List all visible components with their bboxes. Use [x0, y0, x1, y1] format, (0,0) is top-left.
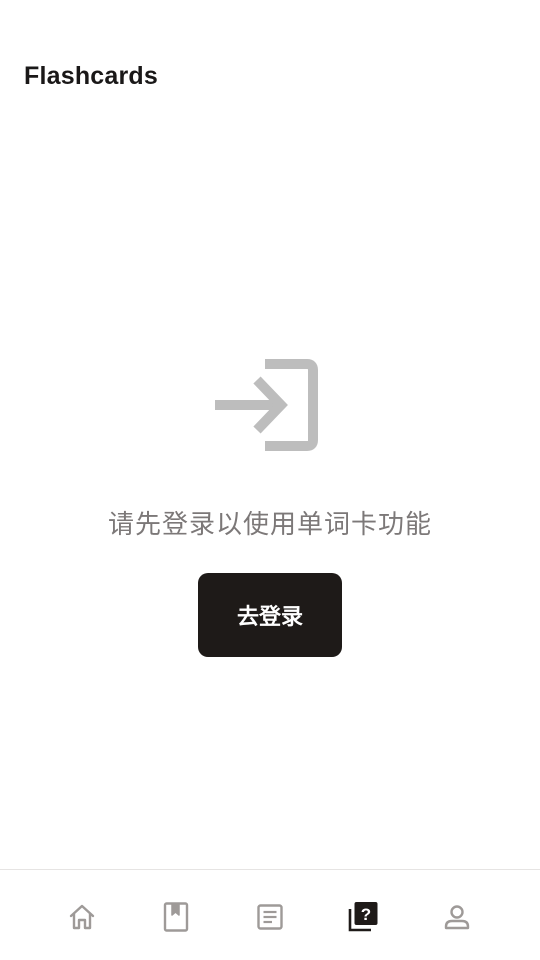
book-bookmark-icon: [163, 902, 189, 932]
bottom-navigation: ?: [0, 869, 540, 960]
svg-text:?: ?: [361, 905, 371, 924]
nav-item-articles[interactable]: [250, 897, 290, 937]
home-icon: [69, 904, 95, 930]
login-icon: [215, 359, 318, 451]
login-required-message: 请先登录以使用单词卡功能: [107, 510, 432, 540]
nav-item-home[interactable]: [62, 897, 102, 937]
go-to-login-button[interactable]: 去登录: [198, 573, 342, 657]
article-icon: [257, 904, 283, 930]
flashcards-screen: Flashcards 请先登录以使用单词卡功能 去登录 ?: [0, 0, 540, 960]
empty-state: 请先登录以使用单词卡功能 去登录: [0, 350, 540, 657]
profile-icon: [444, 905, 470, 930]
nav-item-profile[interactable]: [437, 897, 477, 937]
nav-item-vocabulary[interactable]: [156, 897, 196, 937]
page-title: Flashcards: [24, 62, 159, 90]
flashcards-quiz-icon: ?: [348, 902, 378, 932]
nav-item-flashcards[interactable]: ?: [343, 897, 383, 937]
